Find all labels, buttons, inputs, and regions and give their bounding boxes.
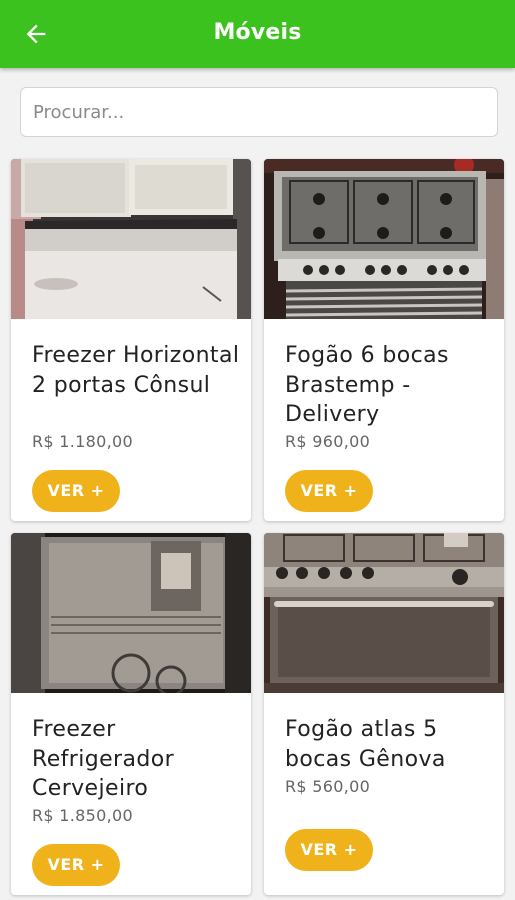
product-price: R$ 560,00 [285, 777, 371, 796]
page-title: Móveis [213, 20, 302, 45]
product-image-glass-door-fridge [11, 533, 251, 693]
app-bar: Móveis [0, 0, 515, 68]
ver-mais-button[interactable]: VER + [32, 470, 120, 512]
product-card[interactable]: Fogão atlas 5 bocas Gênova R$ 560,00 VER… [264, 533, 504, 895]
search-input[interactable] [20, 87, 498, 137]
product-image-stove-oven [264, 533, 504, 693]
product-price: R$ 960,00 [285, 432, 371, 451]
ver-mais-button[interactable]: VER + [32, 844, 120, 886]
product-name: Freezer Horizontal 2 portas Cônsul [32, 343, 240, 398]
product-name: Freezer Refrigerador Cervejeiro [32, 717, 175, 801]
product-image-stove-top [264, 159, 504, 319]
product-image-chest-freezer [11, 159, 251, 319]
product-name: Fogão atlas 5 bocas Gênova [285, 717, 446, 772]
product-price: R$ 1.850,00 [32, 806, 133, 825]
product-price: R$ 1.180,00 [32, 432, 133, 451]
ver-mais-button[interactable]: VER + [285, 829, 373, 871]
product-card[interactable]: Freezer Horizontal 2 portas Cônsul R$ 1.… [11, 159, 251, 521]
ver-mais-button[interactable]: VER + [285, 470, 373, 512]
product-card[interactable]: Fogão 6 bocas Brastemp - Delivery R$ 960… [264, 159, 504, 521]
product-name: Fogão 6 bocas Brastemp - Delivery [285, 343, 449, 427]
product-card[interactable]: Freezer Refrigerador Cervejeiro R$ 1.850… [11, 533, 251, 895]
